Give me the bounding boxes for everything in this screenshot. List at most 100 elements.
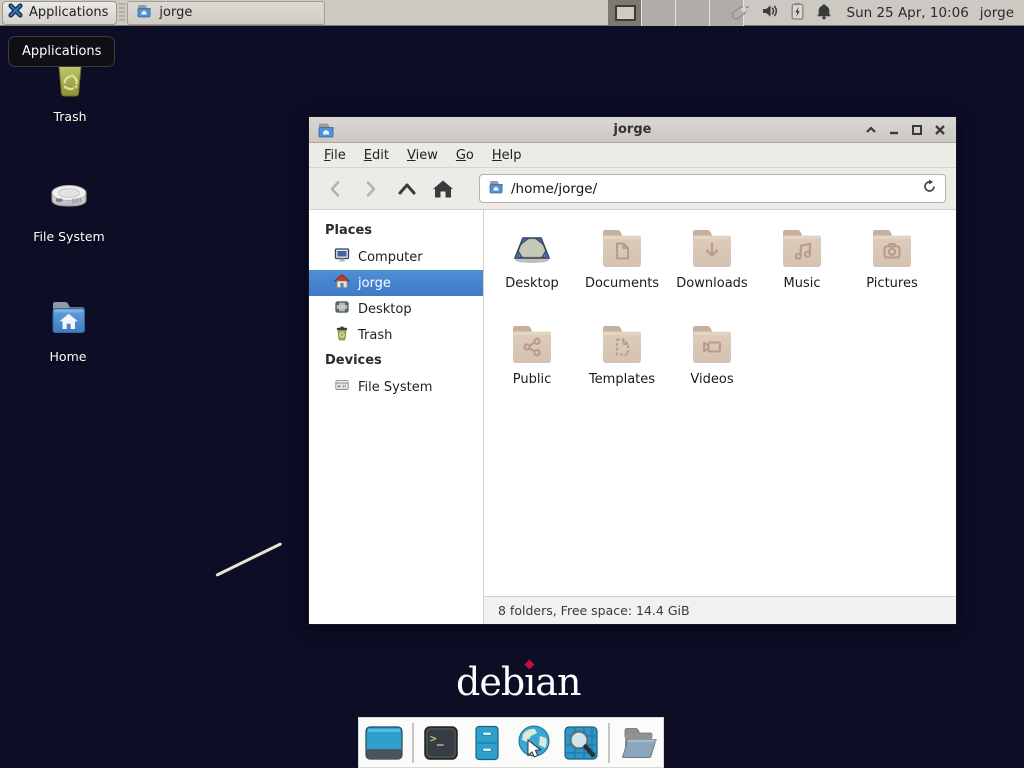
statusbar: 8 folders, Free space: 14.4 GiB: [484, 596, 956, 624]
up-button[interactable]: [391, 174, 423, 204]
file-view[interactable]: Desktop Documents: [484, 210, 956, 624]
notifications-bell-icon[interactable]: [816, 3, 832, 24]
taskbar-item-label: jorge: [159, 5, 192, 20]
sidebar-item-label: jorge: [358, 276, 391, 291]
menu-help[interactable]: Help: [485, 145, 529, 166]
file-item-label: Documents: [577, 276, 667, 291]
user-menu[interactable]: jorge: [980, 5, 1014, 21]
file-item-public[interactable]: Public: [487, 319, 577, 415]
input-device-icon[interactable]: [728, 2, 750, 25]
desktop-icon-label: Home: [8, 349, 128, 364]
show-desktop-icon[interactable]: [364, 724, 404, 762]
file-item-label: Templates: [577, 372, 667, 387]
file-item-label: Downloads: [667, 276, 757, 291]
file-item-videos[interactable]: Videos: [667, 319, 757, 415]
workspace-switcher[interactable]: [608, 0, 744, 26]
terminal-icon[interactable]: > _: [422, 724, 460, 762]
debian-logo: debıan: [456, 660, 580, 704]
maximize-button[interactable]: [911, 125, 923, 135]
hard-drive-icon: [9, 172, 129, 224]
applications-tooltip: Applications: [8, 36, 115, 67]
svg-text:_: _: [437, 733, 444, 746]
sidebar-header-devices: Devices: [309, 348, 483, 374]
sidebar-item-jorge[interactable]: jorge: [309, 270, 483, 296]
documents-folder-icon: [598, 223, 646, 271]
desktop-icon-label: File System: [9, 229, 129, 244]
sidebar-item-desktop[interactable]: Desktop: [309, 296, 483, 322]
home-folder-icon: [8, 292, 128, 344]
file-item-label: Videos: [667, 372, 757, 387]
home-button[interactable]: [427, 174, 459, 204]
downloads-folder-icon: [688, 223, 736, 271]
close-button[interactable]: [934, 125, 946, 135]
svg-text:>: >: [430, 732, 437, 745]
location-folder-icon: [488, 179, 504, 199]
web-browser-icon[interactable]: [514, 724, 554, 762]
menu-file[interactable]: File: [317, 145, 353, 166]
cursor-trail-artifact: [215, 542, 282, 577]
desktop-icon-home[interactable]: Home: [8, 292, 128, 364]
sidebar-item-computer[interactable]: Computer: [309, 244, 483, 270]
location-bar[interactable]: /home/jorge/: [479, 174, 946, 203]
system-tray: Sun 25 Apr, 10:06 jorge: [728, 0, 1024, 26]
workspace-2[interactable]: [642, 0, 676, 26]
pictures-folder-icon: [868, 223, 916, 271]
templates-folder-icon: [598, 319, 646, 367]
window-titlebar[interactable]: jorge: [309, 117, 956, 143]
toolbar: /home/jorge/: [309, 168, 956, 210]
taskbar-item-jorge[interactable]: jorge: [127, 1, 325, 25]
panel-handle[interactable]: [119, 3, 125, 23]
desktop-icon-label: Trash: [10, 109, 130, 124]
workspace-3[interactable]: [676, 0, 710, 26]
file-item-downloads[interactable]: Downloads: [667, 223, 757, 319]
file-item-label: Public: [487, 372, 577, 387]
videos-folder-icon: [688, 319, 736, 367]
menu-edit[interactable]: Edit: [357, 145, 396, 166]
file-item-music[interactable]: Music: [757, 223, 847, 319]
file-item-desktop[interactable]: Desktop: [487, 223, 577, 319]
menu-view[interactable]: View: [400, 145, 445, 166]
battery-charging-icon[interactable]: [790, 2, 805, 24]
file-item-templates[interactable]: Templates: [577, 319, 667, 415]
workspace-1[interactable]: [608, 0, 642, 26]
desktop-icon-file-system[interactable]: File System: [9, 172, 129, 244]
computer-icon: [334, 247, 350, 267]
dock-separator: [608, 723, 610, 763]
xfce-applications-icon: [7, 2, 24, 23]
menu-go[interactable]: Go: [449, 145, 481, 166]
dock: > _: [358, 717, 664, 768]
window-folder-icon: [317, 121, 335, 143]
file-item-label: Music: [757, 276, 847, 291]
file-cabinet-icon[interactable]: [468, 724, 506, 762]
file-manager-window: jorge File Edit View Go Help: [308, 116, 957, 625]
sidebar-item-label: Computer: [358, 250, 423, 265]
dock-separator: [412, 723, 414, 763]
panel-clock[interactable]: Sun 25 Apr, 10:06: [847, 5, 969, 21]
home-icon: [334, 273, 350, 293]
trash-icon: [334, 325, 350, 345]
file-manager-folder-icon[interactable]: [618, 724, 658, 762]
shade-button[interactable]: [865, 125, 877, 135]
window-title: jorge: [319, 122, 946, 137]
menubar: File Edit View Go Help: [309, 143, 956, 168]
music-folder-icon: [778, 223, 826, 271]
public-folder-icon: [508, 319, 556, 367]
location-path[interactable]: /home/jorge/: [511, 181, 915, 197]
forward-button[interactable]: [355, 174, 387, 204]
volume-icon[interactable]: [761, 3, 779, 23]
file-item-pictures[interactable]: Pictures: [847, 223, 937, 319]
applications-menu-label: Applications: [29, 5, 108, 20]
app-finder-icon[interactable]: [562, 724, 600, 762]
file-item-documents[interactable]: Documents: [577, 223, 667, 319]
sidebar-item-file-system[interactable]: File System: [309, 374, 483, 400]
drive-icon: [334, 377, 350, 397]
minimize-button[interactable]: [888, 125, 900, 135]
file-grid: Desktop Documents: [487, 223, 947, 415]
back-button[interactable]: [319, 174, 351, 204]
applications-menu-button[interactable]: Applications: [2, 1, 117, 25]
sidebar: Places Computer: [309, 210, 484, 624]
reload-icon[interactable]: [922, 179, 937, 198]
sidebar-header-places: Places: [309, 218, 483, 244]
sidebar-item-label: Trash: [358, 328, 392, 343]
sidebar-item-trash[interactable]: Trash: [309, 322, 483, 348]
